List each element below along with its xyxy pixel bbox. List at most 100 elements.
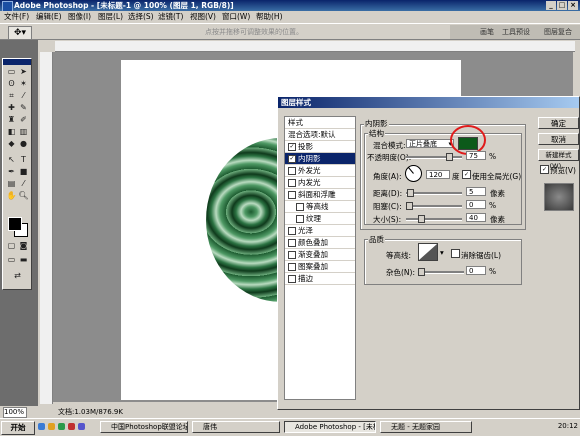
style-checkbox[interactable] [288, 263, 296, 271]
opacity-slider[interactable] [406, 153, 462, 161]
taskbar-task-home[interactable]: 无题 - 无题家园 [380, 421, 472, 433]
size-slider[interactable] [406, 215, 462, 223]
distance-input[interactable]: 5 [466, 187, 486, 196]
angle-dial[interactable] [404, 164, 423, 183]
lasso-tool-icon[interactable]: ʘ [6, 79, 17, 88]
style-checkbox[interactable] [288, 179, 296, 187]
blend-mode-select[interactable]: 正片叠底 ▾ [406, 139, 454, 148]
hand-tool-icon[interactable]: ✋ [6, 191, 17, 200]
menu-select[interactable]: 选择(S) [128, 11, 154, 23]
style-checkbox[interactable] [288, 167, 296, 175]
style-list-item[interactable]: 内发光 [285, 177, 355, 189]
contour-dropdown-icon[interactable]: ▾ [440, 248, 444, 257]
noise-slider[interactable] [418, 268, 464, 276]
style-list-item[interactable]: ✓ 内阴影 [285, 153, 355, 165]
path-select-icon[interactable]: ↖ [6, 155, 17, 164]
foreground-color-swatch[interactable] [8, 217, 22, 231]
style-list-item[interactable]: 图案叠加 [285, 261, 355, 273]
menu-layer[interactable]: 图层(L) [98, 11, 123, 23]
menu-file[interactable]: 文件(F) [4, 11, 29, 23]
size-input[interactable]: 40 [466, 213, 486, 222]
move-tool-icon[interactable]: ➤ [18, 67, 29, 76]
global-light-checkbox[interactable]: ✓ [462, 170, 471, 179]
dodge-tool-icon[interactable]: ● [18, 139, 29, 148]
quicklaunch-ie-icon[interactable] [38, 423, 45, 430]
style-checkbox[interactable] [288, 191, 296, 199]
opacity-input[interactable]: 75 [466, 151, 486, 160]
zoom-field[interactable]: 100% [3, 407, 27, 418]
style-list-item[interactable]: 外发光 [285, 165, 355, 177]
noise-slider-thumb[interactable] [418, 268, 425, 276]
menu-help[interactable]: 帮助(H) [256, 11, 283, 23]
quicklaunch-folder-icon[interactable] [48, 423, 55, 430]
style-list-item[interactable]: 混合选项:默认 [285, 129, 355, 141]
taskbar-task-photoshop[interactable]: Adobe Photoshop - [未标... [284, 421, 376, 433]
screen-mode-standard-icon[interactable]: ▭ [6, 255, 17, 264]
type-tool-icon[interactable]: T [18, 155, 29, 164]
style-list-item[interactable]: ✓ 投影 [285, 141, 355, 153]
menu-view[interactable]: 视图(V) [190, 11, 216, 23]
blur-tool-icon[interactable]: ◆ [6, 139, 17, 148]
quickmask-mode-icon[interactable]: ◙ [18, 241, 29, 250]
style-checkbox[interactable] [296, 203, 304, 211]
close-button[interactable]: × [568, 1, 578, 10]
brush-tool-icon[interactable]: ✎ [18, 103, 29, 112]
quicklaunch-app-icon[interactable] [58, 423, 65, 430]
opacity-slider-thumb[interactable] [446, 153, 453, 161]
style-list-item[interactable]: 描边 [285, 273, 355, 285]
eraser-tool-icon[interactable]: ◧ [6, 127, 17, 136]
gradient-tool-icon[interactable]: ▥ [18, 127, 29, 136]
ok-button[interactable]: 确定 [538, 117, 579, 129]
style-list-item[interactable]: 斜面和浮雕 [285, 189, 355, 201]
style-checkbox[interactable] [288, 251, 296, 259]
marquee-tool-icon[interactable]: ▭ [6, 67, 17, 76]
antialias-checkbox[interactable] [451, 249, 460, 258]
style-checkbox[interactable]: ✓ [288, 155, 296, 163]
pen-tool-icon[interactable]: ✒ [6, 167, 17, 176]
style-list-item[interactable]: 纹理 [285, 213, 355, 225]
size-slider-thumb[interactable] [418, 215, 425, 223]
crop-tool-icon[interactable]: ⌗ [6, 91, 17, 100]
distance-slider-thumb[interactable] [407, 189, 414, 197]
menu-window[interactable]: 窗口(W) [222, 11, 250, 23]
menu-edit[interactable]: 编辑(E) [36, 11, 62, 23]
choke-input[interactable]: 0 [466, 200, 486, 209]
cancel-button[interactable]: 取消 [538, 133, 579, 145]
maximize-button[interactable]: □ [557, 1, 567, 10]
zoom-tool-icon[interactable]: 🔍︎ [18, 191, 29, 200]
style-list-item[interactable]: 渐变叠加 [285, 249, 355, 261]
style-checkbox[interactable] [288, 227, 296, 235]
style-checkbox[interactable] [288, 275, 296, 283]
screen-mode-full-icon[interactable]: ▬ [18, 255, 29, 264]
new-style-button[interactable]: 新建样式(W)... [538, 149, 579, 170]
history-brush-icon[interactable]: ✐ [18, 115, 29, 124]
start-button[interactable]: 开始 [1, 421, 35, 435]
style-list-item[interactable]: 光泽 [285, 225, 355, 237]
style-checkbox[interactable]: ✓ [288, 143, 296, 151]
taskbar-task-forum[interactable]: 中国Photoshop联盟论坛... [100, 421, 188, 433]
minimize-button[interactable]: _ [546, 1, 556, 10]
menu-image[interactable]: 图像(I) [68, 11, 91, 23]
style-checkbox[interactable] [296, 215, 304, 223]
palette-tab-tool-presets[interactable]: 工具预设 [502, 27, 530, 37]
style-list-item[interactable]: 等高线 [285, 201, 355, 213]
quicklaunch-desktop-icon[interactable] [78, 423, 85, 430]
quicklaunch-media-icon[interactable] [68, 423, 75, 430]
clone-stamp-icon[interactable]: ♜ [6, 115, 17, 124]
palette-tab-layer-comps[interactable]: 图层复合 [544, 27, 572, 37]
style-list-item[interactable]: 颜色叠加 [285, 237, 355, 249]
horizontal-ruler[interactable] [55, 41, 575, 52]
jump-to-imageready-icon[interactable]: ⇄ [12, 271, 23, 280]
noise-input[interactable]: 0 [466, 266, 486, 275]
eyedropper-icon[interactable]: ⁄ [18, 179, 29, 188]
angle-input[interactable]: 120 [426, 170, 450, 179]
preview-checkbox[interactable]: ✓ [540, 165, 549, 174]
magic-wand-icon[interactable]: ✶ [18, 79, 29, 88]
move-tool-preset-icon[interactable]: ✥▾ [8, 26, 32, 40]
slice-tool-icon[interactable]: ⁄ [18, 91, 29, 100]
menu-filter[interactable]: 滤镜(T) [158, 11, 183, 23]
standard-mode-icon[interactable]: ▢ [6, 241, 17, 250]
palette-tab-brushes[interactable]: 画笔 [480, 27, 494, 37]
vertical-ruler[interactable] [40, 52, 53, 404]
notes-tool-icon[interactable]: ▤ [6, 179, 17, 188]
